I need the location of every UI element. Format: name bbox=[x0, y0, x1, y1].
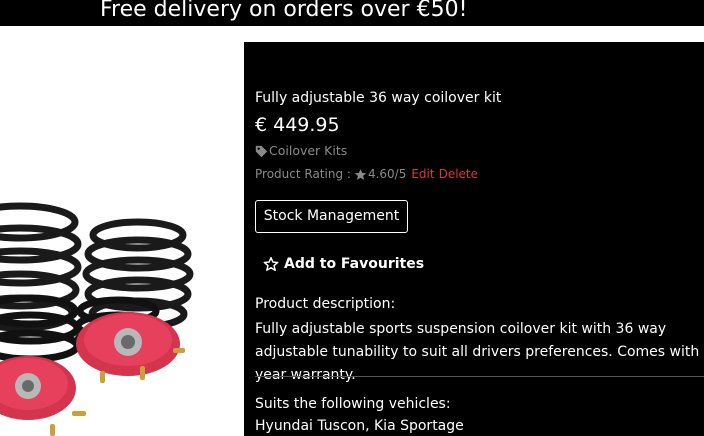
product-category[interactable]: Coilover Kits bbox=[255, 143, 347, 159]
rating-max: /5 bbox=[394, 167, 407, 181]
rating-value: 4.60 bbox=[367, 167, 395, 181]
delete-link[interactable]: Delete bbox=[439, 166, 478, 182]
add-to-favourites-button[interactable]: Add to Favourites bbox=[263, 255, 424, 273]
star-outline-icon bbox=[263, 256, 279, 271]
star-icon bbox=[354, 168, 367, 180]
divider bbox=[255, 376, 704, 377]
product-image bbox=[0, 26, 244, 436]
product-title: Fully adjustable 36 way coilover kit bbox=[255, 90, 502, 106]
product-price: € 449.95 bbox=[255, 114, 340, 136]
banner-text: Free delivery on orders over €50! bbox=[100, 0, 468, 22]
product-details-panel: Fully adjustable 36 way coilover kit € 4… bbox=[244, 42, 704, 436]
tag-icon bbox=[255, 145, 268, 157]
category-label: Coilover Kits bbox=[269, 143, 348, 158]
description-heading: Product description: bbox=[255, 296, 396, 312]
suits-vehicles: Hyundai Tuscon, Kia Sportage bbox=[255, 418, 464, 434]
rating-label: Product Rating : bbox=[255, 167, 351, 181]
delivery-banner: Free delivery on orders over €50! bbox=[0, 0, 704, 26]
edit-link[interactable]: Edit bbox=[411, 166, 434, 182]
product-rating: Product Rating : 4.60 /5 Edit Delete bbox=[255, 166, 478, 182]
stock-management-button[interactable]: Stock Management bbox=[255, 200, 408, 233]
favourites-label: Add to Favourites bbox=[284, 256, 425, 272]
suits-heading: Suits the following vehicles: bbox=[255, 396, 451, 412]
coilover-image bbox=[0, 202, 194, 436]
